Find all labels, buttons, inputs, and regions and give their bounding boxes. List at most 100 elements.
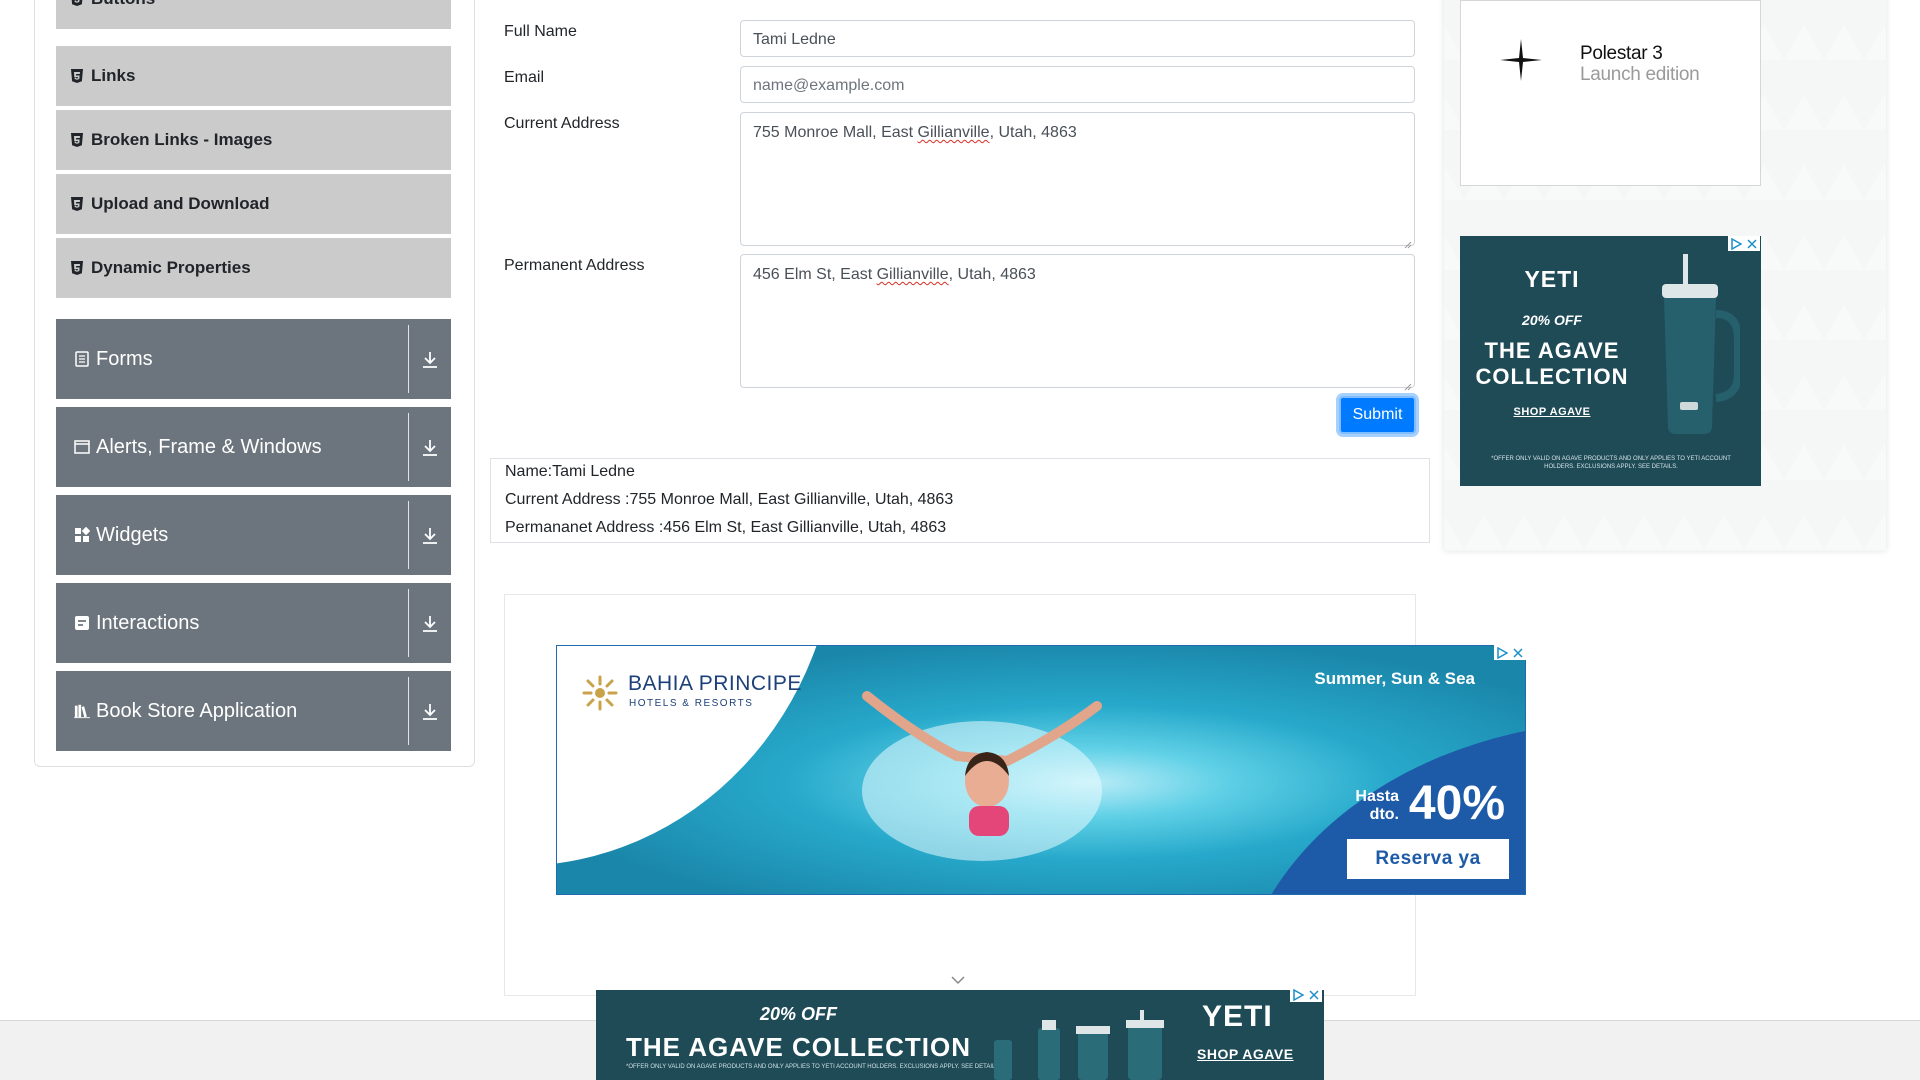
ad-subtitle: Launch edition (1580, 64, 1700, 85)
ad-offer: 20% OFF (760, 1004, 838, 1024)
download-arrow-icon[interactable] (419, 349, 441, 371)
ad-choices[interactable] (1494, 645, 1526, 660)
resize-handle-icon[interactable] (1404, 377, 1412, 391)
output-current-address: Current Address :755 Monroe Mall, East G… (505, 491, 954, 508)
bahia-principe-ad[interactable]: BAHIA PRINCIPE HOTELS & RESORTS Summer, … (556, 645, 1526, 895)
close-icon[interactable] (1510, 645, 1526, 660)
sidebar-item-buttons[interactable]: Buttons (56, 0, 451, 31)
html5-icon (71, 197, 83, 211)
submit-button[interactable]: Submit (1339, 396, 1416, 434)
sidebar-item-label: Broken Links - Images (91, 130, 273, 149)
group-label: Forms (96, 347, 153, 370)
adchoices-icon[interactable] (1494, 645, 1510, 660)
divider (408, 501, 409, 569)
ad-brand: YETI (1202, 1000, 1273, 1033)
download-arrow-icon[interactable] (419, 701, 441, 723)
output-name: Name:Tami Ledne (505, 463, 635, 480)
html5-icon (71, 133, 83, 147)
ad-headline-2: COLLECTION (1475, 364, 1629, 389)
sidebar-item-label: Upload and Download (91, 194, 270, 213)
ad-title: Polestar 3 (1580, 43, 1663, 64)
tumbler-image (1662, 254, 1740, 434)
address-text: 755 Monroe Mall, East (753, 124, 918, 141)
output-panel: Name:Tami Ledne Current Address :755 Mon… (490, 458, 1430, 543)
address-text: , Utah, 4863 (948, 266, 1036, 283)
close-icon[interactable] (1744, 236, 1760, 251)
ad-choices[interactable] (1728, 236, 1760, 251)
current-address-textarea[interactable]: 755 Monroe Mall, East Gillianville, Utah… (740, 112, 1415, 249)
divider (408, 677, 409, 745)
polestar-logo-icon (1500, 39, 1542, 81)
group-label: Widgets (96, 523, 169, 546)
divider (408, 325, 409, 393)
widgets-icon (74, 527, 90, 543)
ad-brand: YETI (1524, 266, 1580, 292)
ad-offer: 20% OFF (1522, 312, 1582, 328)
address-text: 456 Elm St, East (753, 266, 877, 283)
full-name-label: Full Name (504, 23, 577, 40)
yeti-bottom-ad[interactable]: 20% OFF THE AGAVE COLLECTION *OFFER ONLY… (596, 990, 1324, 1080)
products-image (994, 1010, 1164, 1080)
ad-brand: BAHIA PRINCIPE (628, 672, 802, 695)
adchoices-icon[interactable] (1290, 987, 1306, 1002)
ad-fine-print: *OFFER ONLY VALID ON AGAVE PRODUCTS AND … (626, 1064, 1002, 1070)
sidebar-item-upload-download[interactable]: Upload and Download (56, 174, 451, 236)
books-icon (74, 703, 90, 719)
form-icon (74, 351, 90, 367)
ad-tagline: Summer, Sun & Sea (1314, 669, 1475, 688)
sidebar-item-label: Dynamic Properties (91, 258, 251, 277)
download-arrow-icon[interactable] (419, 437, 441, 459)
chevron-down-icon[interactable] (950, 972, 966, 985)
divider (408, 589, 409, 657)
sidebar: Buttons Links Broken Links - Images Uplo… (34, 0, 475, 767)
close-icon[interactable] (1306, 987, 1322, 1002)
sidebar-group-widgets[interactable]: Widgets (56, 495, 451, 575)
sidebar-item-label: Links (91, 66, 136, 85)
ad-headline-1: THE AGAVE (1484, 338, 1620, 363)
sidebar-item-label: Buttons (91, 0, 155, 9)
ad-dto-text: dto. (1369, 806, 1399, 823)
download-arrow-icon[interactable] (419, 525, 441, 547)
sidebar-group-alerts[interactable]: Alerts, Frame & Windows (56, 407, 451, 487)
html5-icon (71, 0, 83, 6)
swimmer-image (862, 691, 1102, 861)
permanent-address-label: Permanent Address (504, 257, 645, 274)
yeti-side-ad[interactable]: YETI 20% OFF THE AGAVE COLLECTION SHOP A… (1460, 236, 1761, 486)
output-permanent-address: Permananet Address :456 Elm St, East Gil… (505, 519, 947, 536)
ad-headline: THE AGAVE COLLECTION (626, 1032, 971, 1062)
group-label: Interactions (96, 611, 200, 634)
sidebar-item-broken-links[interactable]: Broken Links - Images (56, 110, 451, 172)
sidebar-item-links[interactable]: Links (56, 46, 451, 108)
sidebar-group-book-store[interactable]: Book Store Application (56, 671, 451, 751)
page: Buttons Links Broken Links - Images Uplo… (0, 0, 1920, 1080)
html5-icon (71, 261, 83, 275)
download-arrow-icon[interactable] (419, 613, 441, 635)
sun-logo-icon (582, 675, 618, 711)
ad-shop-link[interactable]: SHOP AGAVE (1460, 406, 1644, 418)
sidebar-group-forms[interactable]: Forms (56, 319, 451, 399)
ad-choices[interactable] (1290, 987, 1322, 1002)
spellcheck-word: Gillianville (876, 266, 949, 283)
window-icon (74, 439, 90, 455)
divider (408, 413, 409, 481)
resize-handle-icon[interactable] (1404, 235, 1412, 249)
email-label: Email (504, 69, 545, 86)
sidebar-group-interactions[interactable]: Interactions (56, 583, 451, 663)
group-label: Book Store Application (96, 699, 298, 722)
spellcheck-word: Gillianville (917, 124, 990, 141)
full-name-input[interactable]: Tami Ledne (740, 20, 1415, 57)
adchoices-icon[interactable] (1728, 236, 1744, 251)
address-text: , Utah, 4863 (989, 124, 1077, 141)
html5-icon (71, 69, 83, 83)
ad-cta-button[interactable]: Reserva ya (1347, 839, 1509, 879)
polestar-ad[interactable]: Polestar 3 Launch edition (1460, 0, 1761, 186)
email-input[interactable]: name@example.com (740, 66, 1415, 103)
sidebar-item-dynamic-properties[interactable]: Dynamic Properties (56, 238, 451, 300)
ad-hasta-text: Hasta (1355, 788, 1399, 805)
ad-shop-link[interactable]: SHOP AGAVE (1197, 1046, 1294, 1062)
ad-brand-sub: HOTELS & RESORTS (629, 698, 754, 709)
permanent-address-textarea[interactable]: 456 Elm St, East Gillianville, Utah, 486… (740, 254, 1415, 391)
current-address-label: Current Address (504, 115, 620, 132)
ad-hasta: Hasta dto. (1355, 788, 1399, 824)
group-label: Alerts, Frame & Windows (96, 435, 322, 458)
